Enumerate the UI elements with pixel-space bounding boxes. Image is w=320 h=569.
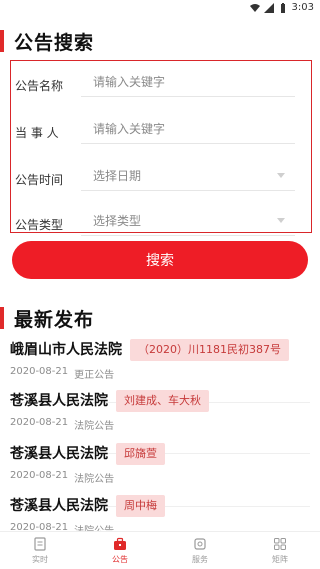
tab-realtime[interactable]: 实时 [0, 532, 80, 569]
case-tag: 周中梅 [116, 495, 165, 517]
news-meta: 2020-08-21 法院公告 [10, 470, 114, 485]
status-time: 3:03 [291, 2, 314, 13]
tab-realtime-label: 实时 [32, 555, 48, 564]
grid-icon [274, 538, 286, 550]
search-button[interactable]: 搜索 [12, 241, 308, 279]
case-tag: 刘建成、车大秋 [116, 390, 209, 412]
search-section-heading: 公告搜索 [14, 31, 95, 54]
tab-services[interactable]: 服务 [160, 532, 240, 569]
case-tag: （2020）川1181民初387号 [130, 339, 289, 361]
search-section-title: 公告搜索 [0, 29, 95, 54]
form-row-notice-type: 公告类型 选择类型 [11, 204, 311, 244]
bottom-tab-bar: 实时 公告 服务 矩阵 [0, 531, 320, 569]
title-accent-bar [0, 30, 4, 52]
party-label: 当 事 人 [15, 126, 59, 140]
form-row-notice-date: 公告时间 选择日期 [11, 159, 311, 199]
document-icon [34, 537, 46, 551]
wifi-icon [249, 3, 260, 12]
notice-date-label: 公告时间 [15, 173, 64, 187]
party-placeholder: 请输入关键字 [93, 122, 166, 136]
briefcase-icon [114, 537, 126, 550]
tab-matrix-label: 矩阵 [272, 555, 288, 564]
notice-type-placeholder: 选择类型 [93, 214, 142, 228]
news-meta: 2020-08-21 更正公告 [10, 366, 114, 381]
tab-notices[interactable]: 公告 [80, 532, 160, 569]
chevron-down-icon [277, 173, 285, 178]
court-name: 苍溪县人民法院 [10, 446, 108, 462]
news-date: 2020-08-21 [10, 470, 69, 481]
case-tag: 邱旖萱 [116, 443, 165, 465]
court-name: 峨眉山市人民法院 [10, 342, 122, 358]
news-type: 法院公告 [74, 421, 115, 432]
notice-type-select[interactable]: 选择类型 [81, 204, 295, 236]
title-accent-bar [0, 307, 4, 329]
search-form: 公告名称 请输入关键字 当 事 人 请输入关键字 公告时间 选择日期 公告类型 … [10, 60, 312, 236]
court-name: 苍溪县人民法院 [10, 393, 108, 409]
court-name: 苍溪县人民法院 [10, 498, 108, 514]
signal-icon [263, 2, 274, 13]
party-input[interactable]: 请输入关键字 [81, 112, 295, 144]
chevron-down-icon [277, 218, 285, 223]
news-type: 法院公告 [74, 474, 115, 485]
tab-notices-label: 公告 [112, 555, 128, 564]
tab-matrix[interactable]: 矩阵 [240, 532, 320, 569]
notice-name-label: 公告名称 [15, 79, 64, 93]
service-icon [194, 538, 206, 550]
news-type: 更正公告 [74, 370, 115, 381]
notice-name-placeholder: 请输入关键字 [93, 75, 166, 89]
tab-services-label: 服务 [192, 555, 208, 564]
notice-date-select[interactable]: 选择日期 [81, 159, 295, 191]
notice-date-placeholder: 选择日期 [93, 169, 142, 183]
form-row-party: 当 事 人 请输入关键字 [11, 112, 311, 152]
news-meta: 2020-08-21 法院公告 [10, 417, 114, 432]
news-date: 2020-08-21 [10, 417, 69, 428]
news-date: 2020-08-21 [10, 366, 69, 377]
form-row-notice-name: 公告名称 请输入关键字 [11, 65, 311, 105]
status-bar-right: 3:03 [249, 2, 314, 13]
notice-type-label: 公告类型 [15, 218, 64, 232]
latest-section-heading: 最新发布 [14, 308, 95, 331]
status-bar: 3:03 [0, 0, 320, 16]
battery-icon [280, 2, 285, 13]
notice-name-input[interactable]: 请输入关键字 [81, 65, 295, 97]
latest-section-title: 最新发布 [0, 306, 95, 331]
